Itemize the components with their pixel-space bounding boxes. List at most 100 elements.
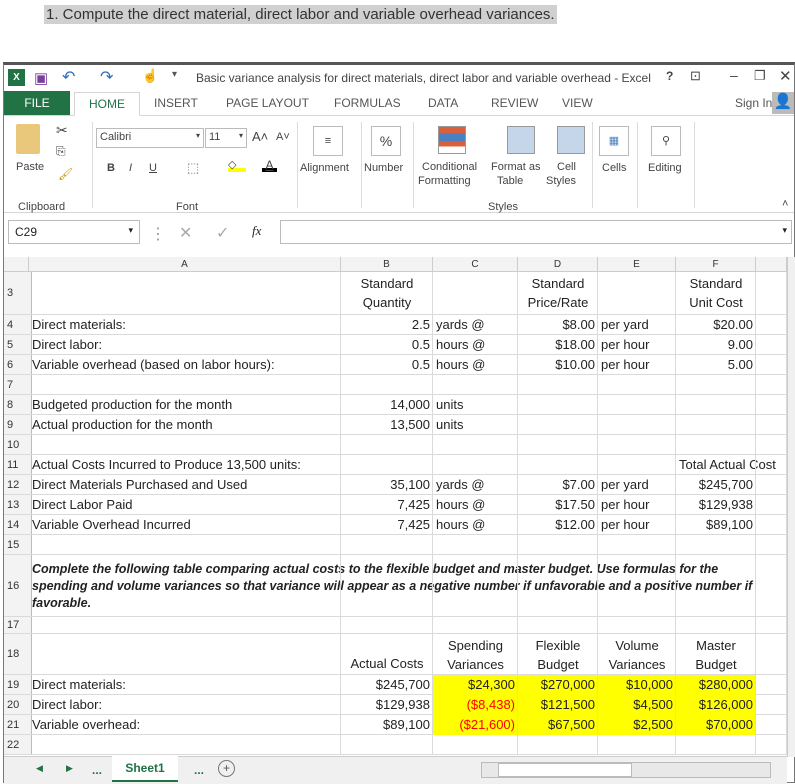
row-header-21[interactable]: 21 — [4, 715, 32, 735]
cell-d3[interactable]: Standard Price/Rate — [518, 272, 598, 315]
cell-f13[interactable]: $129,938 — [676, 495, 756, 515]
cell-d18[interactable]: Flexible Budget — [518, 634, 598, 675]
minimize-button[interactable]: – — [730, 67, 738, 83]
cell-a20[interactable]: Direct labor: — [29, 695, 105, 715]
row-header-7[interactable]: 7 — [4, 375, 32, 395]
name-box[interactable]: C29 ▾ — [8, 220, 140, 244]
column-header-c[interactable]: C — [433, 257, 518, 272]
touch-mode-icon[interactable]: ☝ — [142, 68, 158, 84]
cell-b13[interactable]: 7,425 — [341, 495, 433, 515]
column-header-f[interactable]: F — [676, 257, 756, 272]
cell-e4[interactable]: per yard — [598, 315, 652, 335]
copy-icon[interactable]: ⎘ — [56, 144, 66, 159]
row-header-3[interactable]: 3 — [4, 272, 32, 315]
user-avatar-icon[interactable]: 👤 — [772, 92, 794, 114]
cell-d6[interactable]: $10.00 — [518, 355, 598, 375]
cell-a9[interactable]: Actual production for the month — [29, 415, 216, 435]
cells-icon[interactable]: ▦ — [599, 126, 629, 156]
row-header-4[interactable]: 4 — [4, 315, 32, 335]
cell-e13[interactable]: per hour — [598, 495, 652, 515]
row-header-8[interactable]: 8 — [4, 395, 32, 415]
cell-e14[interactable]: per hour — [598, 515, 652, 535]
italic-button[interactable]: I — [129, 162, 132, 174]
cell-c21[interactable]: ($21,600) — [433, 715, 518, 735]
number-button[interactable]: Number — [364, 162, 403, 174]
restore-button[interactable]: ❐ — [754, 68, 766, 84]
cell-f18[interactable]: Master Budget — [676, 634, 756, 675]
cell-a11[interactable]: Actual Costs Incurred to Produce 13,500 … — [29, 455, 304, 475]
cell-f20[interactable]: $126,000 — [676, 695, 756, 715]
format-painter-icon[interactable]: 🖌 — [58, 167, 73, 181]
tab-data[interactable]: DATA — [428, 96, 458, 110]
cell-e12[interactable]: per yard — [598, 475, 652, 495]
cell-f6[interactable]: 5.00 — [676, 355, 756, 375]
cell-f21[interactable]: $70,000 — [676, 715, 756, 735]
cell-a16[interactable]: Complete the following table comparing a… — [29, 555, 776, 617]
cell-b21[interactable]: $89,100 — [341, 715, 433, 735]
bold-button[interactable]: B — [107, 162, 115, 174]
cell-e5[interactable]: per hour — [598, 335, 652, 355]
row-header-17[interactable]: 17 — [4, 617, 32, 634]
cell-a21[interactable]: Variable overhead: — [29, 715, 143, 735]
format-as-label[interactable]: Format as — [491, 161, 541, 173]
undo-icon[interactable]: ↶ — [62, 67, 75, 87]
cell-b9[interactable]: 13,500 — [341, 415, 433, 435]
cell-c12[interactable]: yards @ — [433, 475, 488, 495]
cell-c4[interactable]: yards @ — [433, 315, 488, 335]
font-name-select[interactable]: Calibri ▾ — [96, 128, 204, 148]
cell-d5[interactable]: $18.00 — [518, 335, 598, 355]
paste-button[interactable]: Paste — [16, 161, 44, 173]
cell-d14[interactable]: $12.00 — [518, 515, 598, 535]
cancel-icon[interactable]: ✕ — [179, 223, 192, 243]
cell-b3[interactable]: Standard Quantity — [341, 272, 433, 315]
conditional-formatting-icon[interactable] — [438, 126, 466, 154]
cell-e18[interactable]: Volume Variances — [598, 634, 676, 675]
tab-review[interactable]: REVIEW — [491, 96, 538, 110]
formula-input[interactable]: ▾ — [280, 220, 792, 244]
tab-insert[interactable]: INSERT — [154, 96, 198, 110]
tab-view[interactable]: VIEW — [562, 96, 593, 110]
cell-a13[interactable]: Direct Labor Paid — [29, 495, 135, 515]
row-header-19[interactable]: 19 — [4, 675, 32, 695]
redo-icon[interactable]: ↷ — [100, 67, 113, 87]
cell-f4[interactable]: $20.00 — [676, 315, 756, 335]
select-all-corner[interactable] — [4, 257, 29, 272]
customize-toolbar-icon[interactable]: ▾ — [172, 69, 177, 80]
cell-a4[interactable]: Direct materials: — [29, 315, 129, 335]
more-sheets-right[interactable]: ... — [194, 763, 204, 777]
paste-icon[interactable] — [16, 124, 40, 154]
row-header-9[interactable]: 9 — [4, 415, 32, 435]
row-header-13[interactable]: 13 — [4, 495, 32, 515]
cell-f11[interactable]: Total Actual Cost — [676, 455, 779, 475]
alignment-icon[interactable]: ≡ — [313, 126, 343, 156]
ribbon-display-icon[interactable]: ⊡ — [690, 68, 701, 84]
font-color-icon[interactable]: A — [262, 158, 277, 172]
row-header-20[interactable]: 20 — [4, 695, 32, 715]
cell-c8[interactable]: units — [433, 395, 466, 415]
row-header-18[interactable]: 18 — [4, 634, 32, 675]
cell-b12[interactable]: 35,100 — [341, 475, 433, 495]
cell-d12[interactable]: $7.00 — [518, 475, 598, 495]
cell-b6[interactable]: 0.5 — [341, 355, 433, 375]
vertical-scrollbar[interactable] — [787, 257, 795, 757]
sheet-tab-sheet1[interactable]: Sheet1 — [112, 756, 178, 782]
row-header-5[interactable]: 5 — [4, 335, 32, 355]
more-sheets-left[interactable]: ... — [92, 763, 102, 777]
editing-button[interactable]: Editing — [648, 162, 682, 174]
worksheet-grid[interactable]: A B C D E F 3 Standard Quantity Standard Price/R… — [4, 257, 787, 757]
cell-a14[interactable]: Variable Overhead Incurred — [29, 515, 194, 535]
scroll-tabs-right-icon[interactable]: ▶ — [66, 763, 73, 774]
scroll-tabs-left-icon[interactable]: ◀ — [36, 763, 43, 774]
row-header-22[interactable]: 22 — [4, 735, 32, 755]
cell-c18[interactable]: Spending Variances — [433, 634, 518, 675]
cell-c6[interactable]: hours @ — [433, 355, 488, 375]
sign-in-link[interactable]: Sign In — [735, 96, 772, 110]
cell-b20[interactable]: $129,938 — [341, 695, 433, 715]
tab-home[interactable]: HOME — [74, 92, 140, 116]
horizontal-scroll-thumb[interactable] — [498, 763, 632, 777]
cell-b14[interactable]: 7,425 — [341, 515, 433, 535]
cell-e21[interactable]: $2,500 — [598, 715, 676, 735]
table-label[interactable]: Table — [497, 175, 523, 187]
cell-d19[interactable]: $270,000 — [518, 675, 598, 695]
cell-c14[interactable]: hours @ — [433, 515, 488, 535]
